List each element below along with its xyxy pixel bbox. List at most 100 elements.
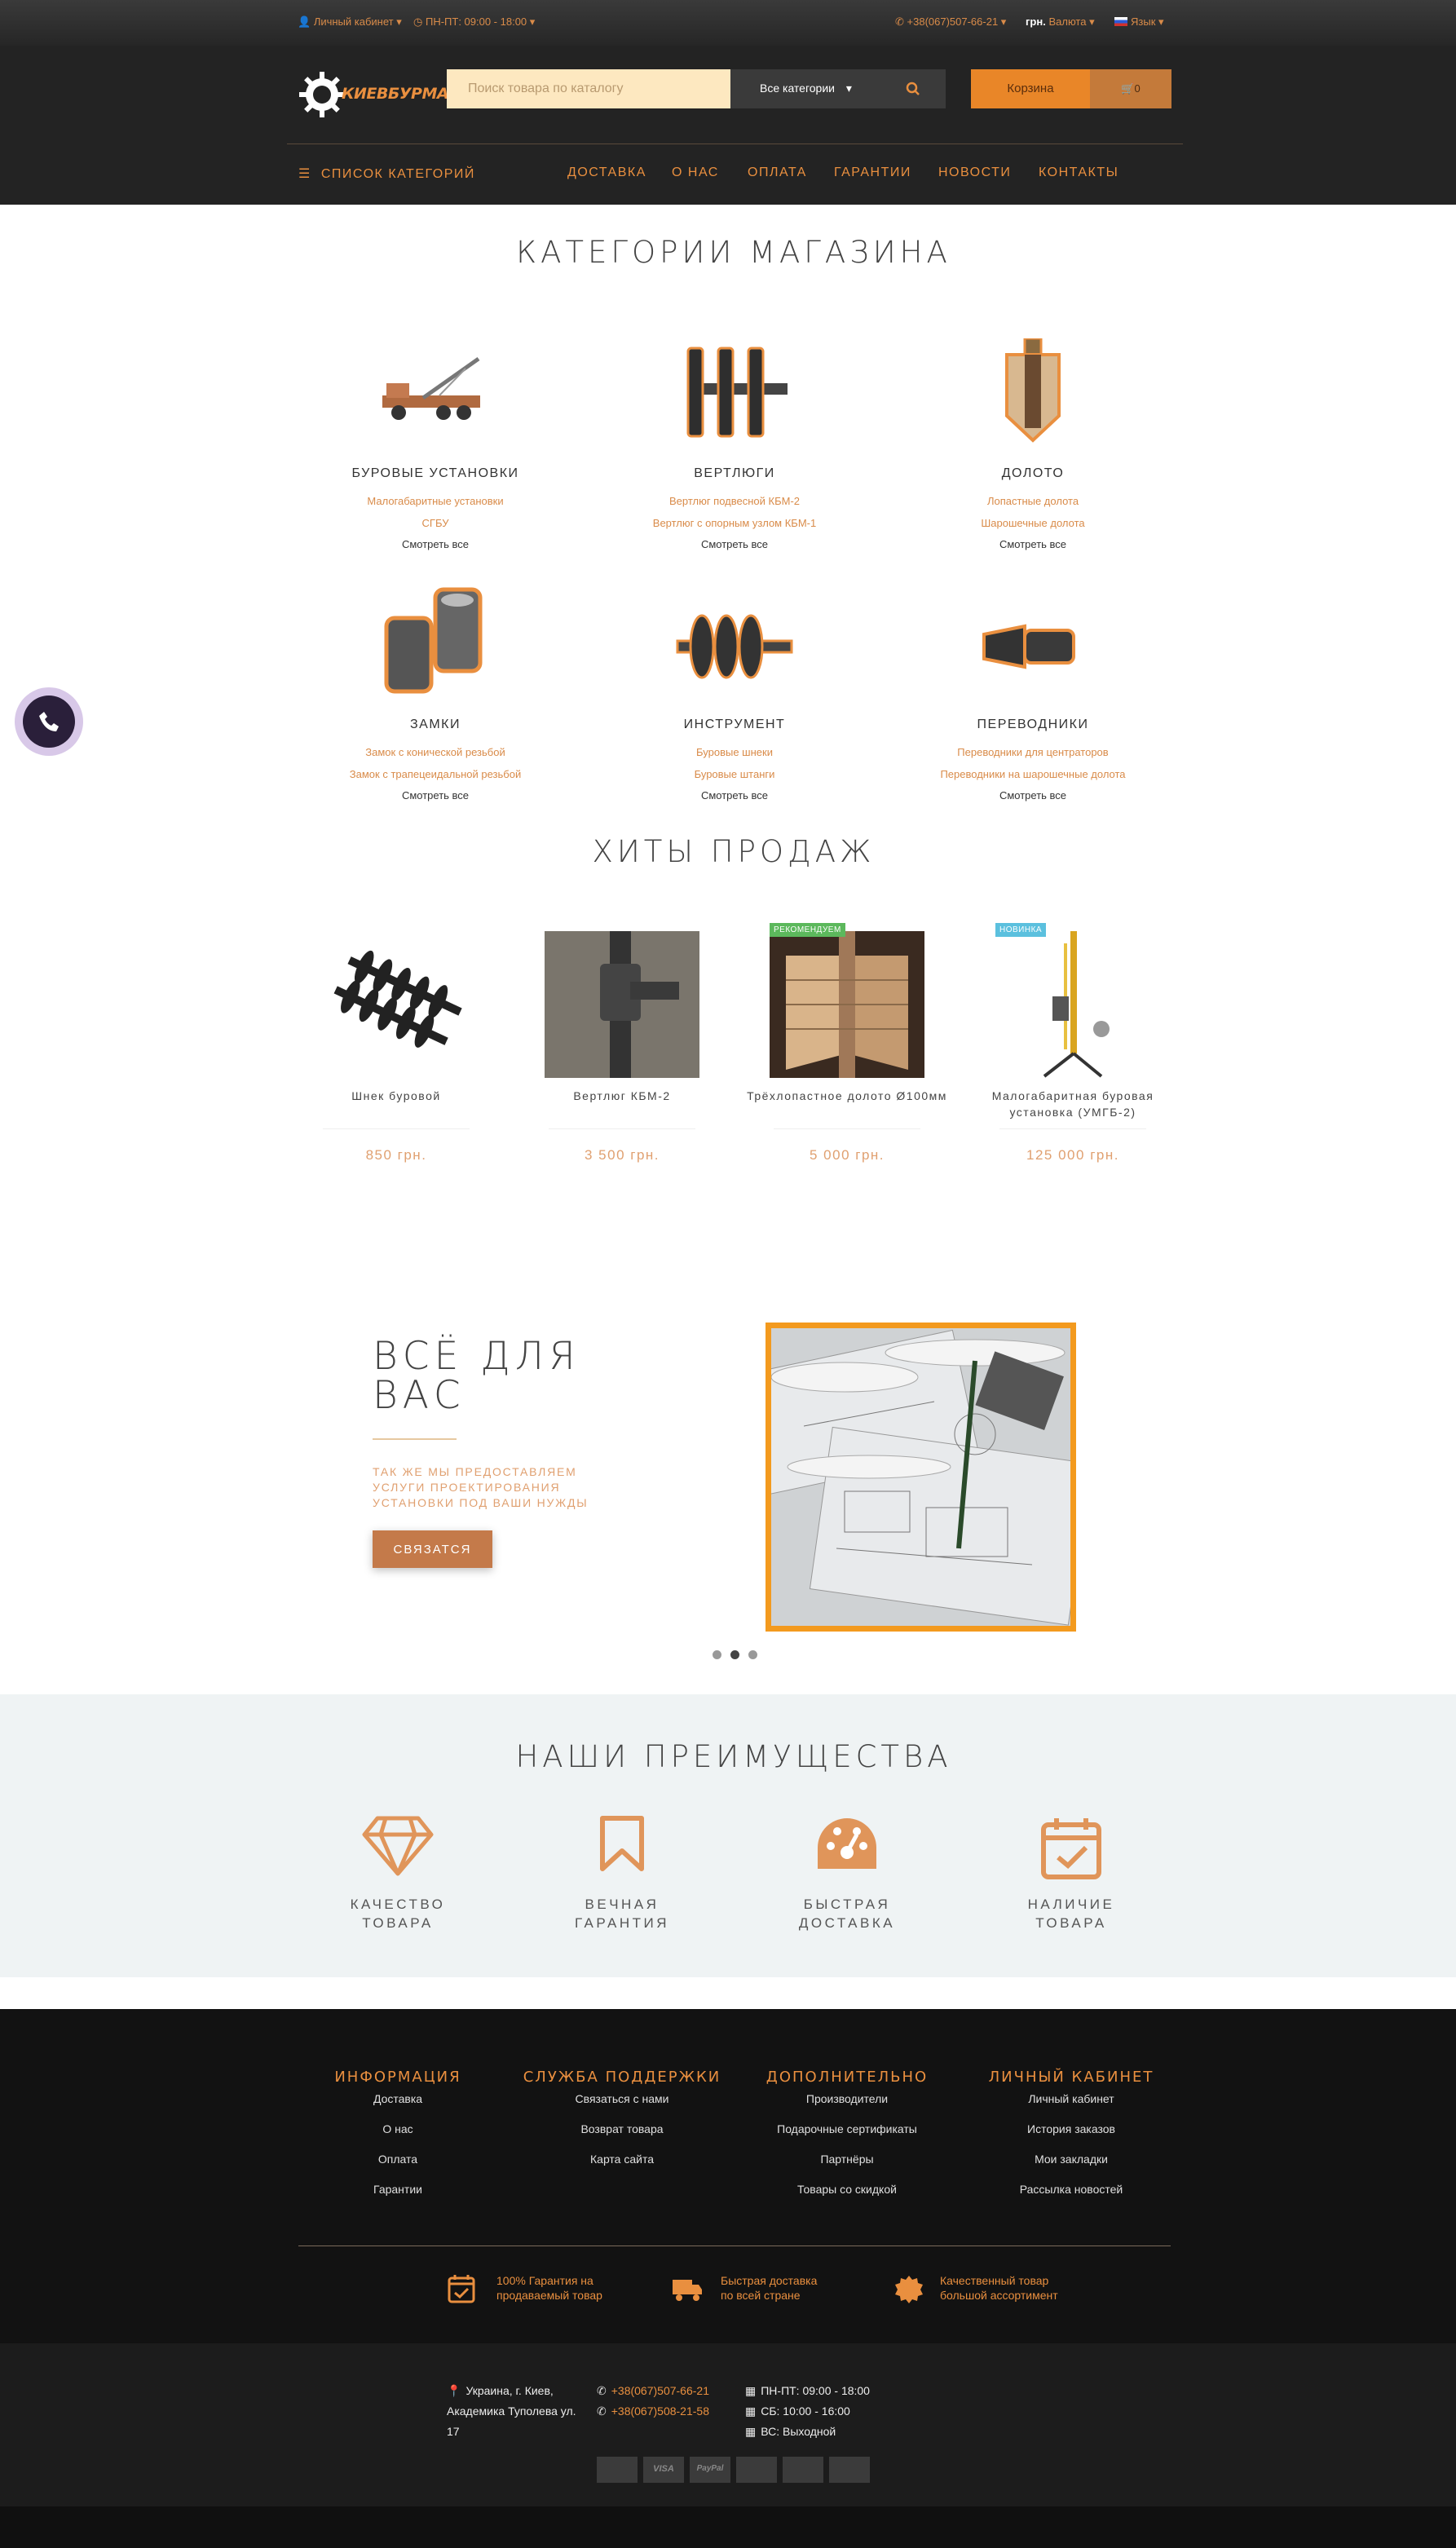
footer-link[interactable]: История заказов [965,2122,1177,2135]
tool-joint-image[interactable] [289,585,582,708]
subcategory-link[interactable]: Замок с конической резьбой [289,746,582,758]
category-title[interactable]: ИНСТРУМЕНТ [588,718,881,732]
footer-link[interactable]: Рассылка новостей [965,2183,1177,2196]
subcategory-link[interactable]: СГБУ [289,517,582,529]
address-line: Академика Туполева ул. [447,2404,576,2418]
footer-link[interactable]: Связаться с нами [516,2092,728,2105]
nav-delivery[interactable]: ДОСТАВКА [567,166,646,180]
footer-link[interactable]: Оплата [292,2153,504,2166]
subcategory-link[interactable]: Переводники на шарошечные долота [886,768,1180,780]
footer-link[interactable]: Товары со скидкой [741,2183,953,2196]
swivel-image[interactable] [588,334,881,457]
phone-icon: ✆ [597,2404,607,2418]
footer-link[interactable]: О нас [292,2122,504,2135]
subcategory-link[interactable]: Вертлюг с опорным узлом КБМ-1 [588,517,881,529]
footer-column-title: ИНФОРМАЦИЯ [334,2069,461,2086]
truck-icon [673,2280,702,2301]
nav-payment[interactable]: ОПЛАТА [748,166,807,180]
subcategory-link[interactable]: Малогабаритные установки [289,495,582,507]
advantages-section [0,1694,1456,1977]
slider-dot[interactable] [748,1650,757,1659]
phone-menu[interactable]: ✆ +38(067)507-66-21 ▾ [895,15,1006,29]
see-all-link[interactable]: Смотреть все [588,538,881,550]
cart-count[interactable]: 🛒0 [1090,69,1171,108]
slider-dot[interactable] [713,1650,721,1659]
product-name[interactable]: Трёхлопастное долото Ø100мм [745,1088,949,1120]
nav-news[interactable]: НОВОСТИ [938,166,1011,180]
search-input[interactable] [447,69,730,108]
phone-icon: ✆ [597,2384,607,2397]
footer-feature-text: 100% Гарантия на продаваемый товар [496,2273,602,2303]
category-title[interactable]: БУРОВЫЕ УСТАНОВКИ [289,466,582,481]
footer-link[interactable]: Производители [741,2092,953,2105]
slider-dot-active[interactable] [730,1650,739,1659]
category-title[interactable]: ВЕРТЛЮГИ [588,466,881,481]
product-image[interactable] [319,931,474,1078]
phone-link[interactable]: +38(067)508-21-58 [611,2404,709,2418]
schedule-line: ПН-ПТ: 09:00 - 18:00 [761,2384,870,2397]
calendar-icon: ▦ [745,2404,757,2418]
category-card: ЗАМКИ Замок с конической резьбой Замок с… [289,585,582,801]
see-all-link[interactable]: Смотреть все [289,789,582,801]
footer-column-title: СЛУЖБА ПОДДЕРЖКИ [523,2069,721,2086]
drill-rig-image[interactable] [289,334,582,457]
category-title[interactable]: ЗАМКИ [289,718,582,732]
nav-about[interactable]: О НАС [672,166,719,180]
see-all-link[interactable]: Смотреть все [289,538,582,550]
category-list-toggle[interactable]: ☰ СПИСОК КАТЕГОРИЙ [298,166,475,182]
subcategory-link[interactable]: Переводники для центраторов [886,746,1180,758]
footer-link[interactable]: Подарочные сертификаты [741,2122,953,2135]
see-all-link[interactable]: Смотреть все [588,789,881,801]
product-image[interactable] [545,931,699,1078]
advantage-label-line: ВЕЧНАЯ [585,1897,660,1912]
logo[interactable]: КИЕВБУРМАШ [298,70,468,119]
see-all-link[interactable]: Смотреть все [886,538,1180,550]
phones: ✆ +38(067)507-66-21 ✆ +38(067)508-21-58 [597,2381,709,2422]
hours-menu[interactable]: ◷ ПН-ПТ: 09:00 - 18:00 ▾ [413,15,535,29]
nav-guarantee[interactable]: ГАРАНТИИ [834,166,911,180]
footer-link[interactable]: Личный кабинет [965,2092,1177,2105]
subcategory-link[interactable]: Лопастные долота [886,495,1180,507]
footer-link[interactable]: Мои закладки [965,2153,1177,2166]
subcategory-link[interactable]: Шарошечные долота [886,517,1180,529]
nav-contacts[interactable]: КОНТАКТЫ [1039,166,1118,180]
footer-link[interactable]: Возврат товара [516,2122,728,2135]
footer-link[interactable]: Партнёры [741,2153,953,2166]
footer-link[interactable]: Гарантии [292,2183,504,2196]
product-name[interactable]: Малогабаритная буровая установка (УМГБ-2… [971,1088,1175,1120]
footer-column-extra: ДОПОЛНИТЕЛЬНО Производители Подарочные с… [741,2069,953,2196]
see-all-link[interactable]: Смотреть все [886,789,1180,801]
product-image[interactable]: РЕКОМЕНДУЕМ [770,923,924,1078]
drill-bit-image[interactable] [886,334,1180,457]
footer-link[interactable]: Карта сайта [516,2153,728,2166]
product-divider [774,1128,920,1129]
product-price: 5 000 грн. [809,1147,885,1163]
subcategory-link[interactable]: Замок с трапецеидальной резьбой [289,768,582,780]
advantages-title: НАШИ ПРЕИМУЩЕСТВА [515,1739,952,1774]
search-button[interactable] [880,69,946,108]
language-menu[interactable]: Язык ▾ [1114,15,1164,29]
account-menu[interactable]: 👤 Личный кабинет ▾ [298,15,402,29]
currency-menu[interactable]: грн. Валюта ▾ [1026,15,1095,29]
subcategory-link[interactable]: Буровые шнеки [588,746,881,758]
product-card: Шнек буровой 850 грн. [294,931,498,1164]
subcategory-link[interactable]: Вертлюг подвесной КБМ-2 [588,495,881,507]
footer-link[interactable]: Доставка [292,2092,504,2105]
cart-button[interactable]: Корзина [971,69,1090,108]
product-name[interactable]: Шнек буровой [294,1088,498,1120]
bestsellers-title: ХИТЫ ПРОДАЖ [592,834,876,869]
adapter-image[interactable] [886,585,1180,708]
phone-link[interactable]: +38(067)507-66-21 [611,2384,709,2397]
auger-image[interactable] [588,585,881,708]
product-card: РЕКОМЕНДУЕМ Трёхлопастное долото Ø100мм … [745,923,949,1164]
category-title[interactable]: ДОЛОТО [886,466,1180,481]
advantage-label-line: ТОВАРА [1035,1915,1107,1931]
advantage-label: БЫСТРАЯ ДОСТАВКА [757,1895,937,1932]
footer-column-account: ЛИЧНЫЙ КАБИНЕТ Личный кабинет История за… [965,2069,1177,2196]
subcategory-link[interactable]: Буровые штанги [588,768,881,780]
product-name[interactable]: Вертлюг КБМ-2 [520,1088,724,1120]
product-image[interactable]: НОВИНКА [995,923,1150,1078]
category-title[interactable]: ПЕРЕВОДНИКИ [886,718,1180,732]
callback-button[interactable] [15,687,83,756]
contact-button[interactable]: СВЯЗАТСЯ [373,1530,492,1568]
